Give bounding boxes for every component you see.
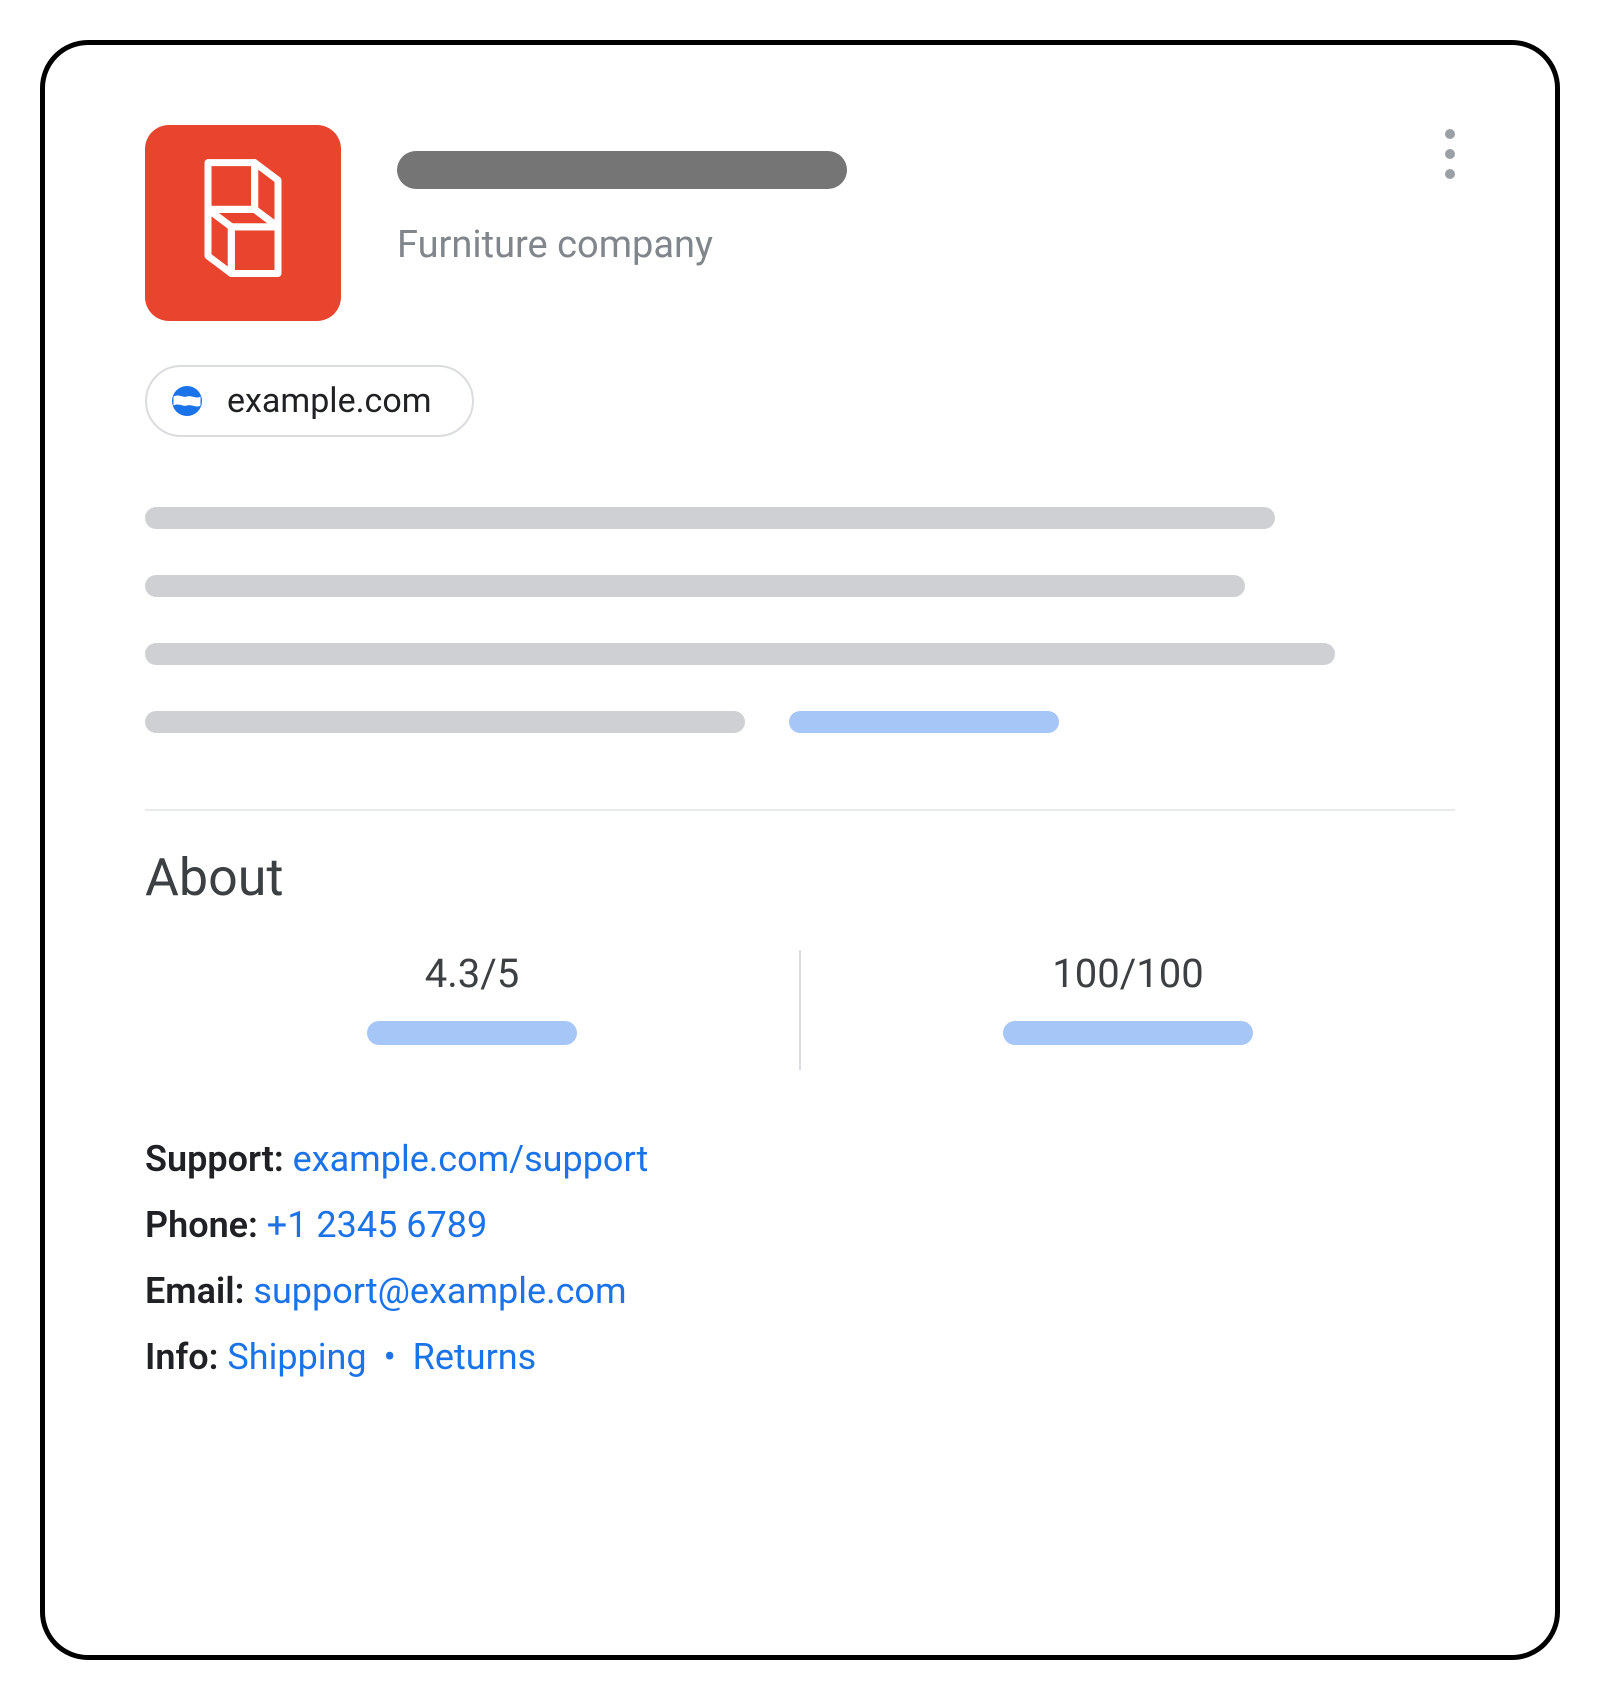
email-line: Email: support@example.com: [145, 1270, 1455, 1312]
returns-link[interactable]: Returns: [413, 1336, 537, 1378]
business-logo: [145, 125, 341, 321]
website-text: example.com: [227, 381, 432, 421]
phone-label: Phone:: [145, 1204, 258, 1246]
contacts-block: Support: example.com/support Phone: +1 2…: [145, 1138, 1455, 1378]
support-line: Support: example.com/support: [145, 1138, 1455, 1180]
info-label: Info:: [145, 1336, 218, 1378]
email-link[interactable]: support@example.com: [253, 1270, 626, 1312]
stats-row: 4.3/5 100/100: [145, 950, 1455, 1070]
email-label: Email:: [145, 1270, 244, 1312]
phone-link[interactable]: +1 2345 6789: [267, 1204, 487, 1246]
score-label-placeholder: [1003, 1021, 1253, 1045]
title-placeholder: [397, 151, 847, 189]
section-divider: [145, 809, 1455, 811]
info-line: Info: Shipping • Returns: [145, 1336, 1455, 1378]
header-row: Furniture company: [145, 125, 1455, 321]
text-placeholder: [145, 507, 1275, 529]
about-heading: About: [145, 847, 1455, 908]
globe-icon: [169, 383, 205, 419]
rating-stat: 4.3/5: [145, 950, 799, 1070]
text-placeholder: [145, 575, 1245, 597]
shipping-link[interactable]: Shipping: [227, 1336, 366, 1378]
title-block: Furniture company: [397, 125, 1455, 267]
text-placeholder: [145, 711, 745, 733]
rating-label-placeholder: [367, 1021, 577, 1045]
knowledge-panel-card: Furniture company example.com About 4.3/…: [40, 40, 1560, 1660]
support-link[interactable]: example.com/support: [293, 1138, 649, 1180]
phone-line: Phone: +1 2345 6789: [145, 1204, 1455, 1246]
dot-separator: •: [376, 1336, 404, 1378]
text-placeholder: [145, 643, 1335, 665]
link-placeholder[interactable]: [789, 711, 1059, 733]
score-stat: 100/100: [801, 950, 1455, 1070]
website-chip[interactable]: example.com: [145, 365, 474, 437]
support-label: Support:: [145, 1138, 284, 1180]
chair-icon: [183, 151, 303, 295]
rating-value: 4.3/5: [425, 950, 520, 997]
more-options-icon[interactable]: [1445, 129, 1455, 179]
business-category: Furniture company: [397, 223, 1455, 267]
description-placeholder-block: [145, 507, 1455, 733]
score-value: 100/100: [1052, 950, 1203, 997]
